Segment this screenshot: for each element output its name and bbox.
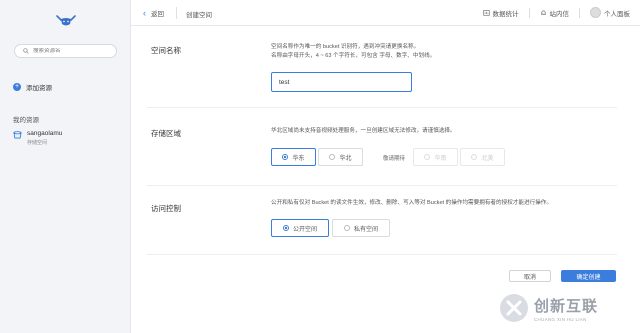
region-option-south: 华南	[413, 148, 458, 166]
page-title: 创建空间	[186, 12, 212, 19]
back-label: 返回	[151, 11, 164, 18]
option-label: 华北	[339, 155, 352, 162]
back-button[interactable]: ‹ 返回	[143, 8, 164, 19]
desc-line: 空间名称作为唯一的 bucket 识别符，遇到冲突请更换名称。	[271, 44, 420, 50]
radio-icon	[329, 154, 336, 160]
access-option-private[interactable]: 私有空间	[332, 219, 390, 237]
access-section: 访问控制 公开和私有仅对 Bucket 的读文件生效，修改、删除、写入等对 Bu…	[147, 186, 617, 255]
chart-icon	[482, 10, 490, 16]
space-name-description: 空间名称作为唯一的 bucket 识别符，遇到冲突请更换名称。 名称由字母开头，…	[271, 43, 435, 60]
divider	[579, 7, 580, 18]
radio-icon	[343, 225, 350, 231]
radio-icon	[471, 154, 478, 160]
add-resource-button[interactable]: + 添加资源	[13, 82, 52, 92]
radio-icon	[424, 154, 431, 160]
access-option-public[interactable]: 公开空间	[271, 219, 329, 237]
watermark-logo-icon	[500, 294, 528, 322]
add-resource-label: 添加资源	[26, 85, 52, 92]
space-name-input[interactable]	[271, 72, 412, 92]
logo[interactable]	[53, 14, 79, 36]
create-button[interactable]: 确定创建	[561, 270, 616, 282]
plus-icon: +	[13, 83, 21, 91]
divider	[528, 7, 530, 18]
top-right-menu: 数据统计 站内信 个人面板	[482, 7, 630, 18]
resource-type: 存储空间	[27, 140, 48, 146]
messages-label: 站内信	[549, 10, 570, 18]
search-box[interactable]	[14, 44, 117, 58]
divider	[176, 7, 177, 19]
messages-link[interactable]: 站内信	[540, 8, 570, 18]
region-description: 华北区域尚未支持音视频处理服务，一旦创建区域无法修改，请谨慎选择。	[271, 128, 456, 134]
chevron-left-icon: ‹	[143, 8, 146, 18]
search-icon	[23, 48, 29, 54]
option-label: 华南	[434, 155, 447, 162]
access-description: 公开和私有仅对 Bucket 的读文件生效，修改、删除、写入等对 Bucket …	[271, 200, 552, 206]
space-name-label: 空间名称	[151, 46, 181, 55]
region-section: 存储区域 华北区域尚未支持音视频处理服务，一旦创建区域无法修改，请谨慎选择。 华…	[147, 108, 617, 186]
region-label: 存储区域	[151, 129, 181, 138]
option-label: 私有空间	[353, 226, 378, 233]
option-label: 华东	[292, 155, 305, 162]
top-bar: ‹ 返回 创建空间 数据统计 站内信 个人面板	[131, 0, 640, 26]
radio-icon	[282, 225, 289, 231]
avatar	[590, 7, 601, 18]
data-stats-label: 数据统计	[492, 10, 519, 18]
desc-line: 名称由字母开头，4 ~ 63 个字符长，可包含 字母、数字、中划线。	[271, 52, 436, 59]
search-input[interactable]	[33, 48, 113, 54]
option-label: 公开空间	[292, 226, 317, 233]
region-option-east[interactable]: 华东	[271, 148, 316, 166]
personal-panel-link[interactable]: 个人面板	[590, 7, 630, 18]
watermark-subtext: CHUANG XIN HU LIAN	[534, 316, 587, 322]
cancel-button[interactable]: 取消	[509, 270, 551, 282]
sidebar: + 添加资源 我的资源 sangaolamu 存储空间	[0, 0, 131, 333]
region-option-na: 北美	[460, 148, 505, 166]
access-label: 访问控制	[151, 204, 181, 213]
cow-logo-icon	[56, 15, 76, 26]
personal-panel-label: 个人面板	[604, 10, 630, 18]
region-option-north[interactable]: 华北	[318, 148, 363, 166]
bucket-icon	[13, 131, 22, 139]
data-stats-link[interactable]: 数据统计	[482, 8, 519, 18]
watermark: 创新互联 CHUANG XIN HU LIAN	[490, 283, 640, 333]
bell-icon	[540, 10, 546, 15]
coming-soon-label: 敬请期待	[383, 156, 406, 162]
option-label: 北美	[481, 155, 494, 162]
resource-name: sangaolamu	[27, 130, 63, 137]
space-name-section: 空间名称 空间名称作为唯一的 bucket 识别符，遇到冲突请更换名称。 名称由…	[147, 26, 617, 108]
my-resources-heading: 我的资源	[13, 117, 39, 124]
watermark-text: 创新互联	[534, 297, 599, 315]
radio-icon	[282, 154, 289, 160]
resource-item[interactable]: sangaolamu 存储空间	[13, 130, 62, 146]
